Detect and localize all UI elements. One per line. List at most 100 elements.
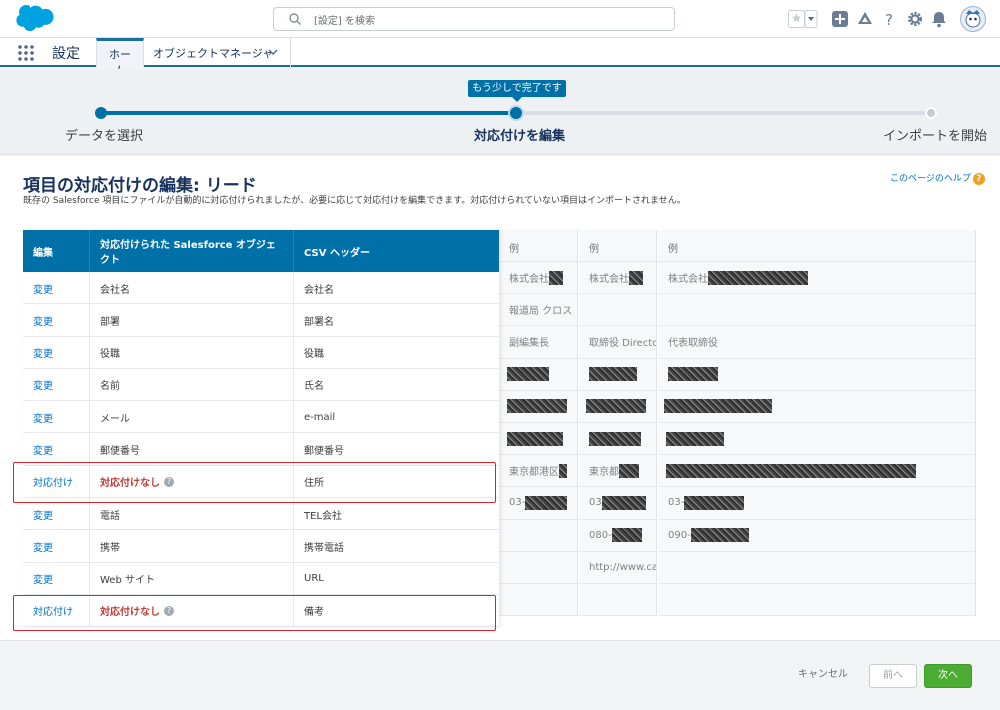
table-row: 変更 携帯 携帯電話 — [23, 530, 499, 563]
csv-header: e-mail — [304, 411, 336, 423]
sample-cell — [658, 359, 975, 391]
search-icon — [289, 13, 301, 25]
chevron-down-icon[interactable] — [268, 47, 278, 57]
sample-cell: 取締役 Directo — [579, 326, 656, 359]
csv-header: 会社名 — [304, 284, 334, 296]
help-link-label: このページのヘルプ — [890, 174, 971, 184]
header-edit: 編集 — [23, 230, 90, 272]
table-row: 変更 部署 部署名 — [23, 304, 499, 337]
sample-cell — [499, 552, 577, 584]
previous-button[interactable]: 前へ — [869, 664, 917, 688]
sample-cell: 東京都港区 — [499, 455, 577, 488]
gear-icon[interactable] — [906, 10, 924, 28]
bell-icon[interactable] — [930, 10, 948, 28]
change-mapping-link[interactable]: 変更 — [33, 442, 53, 457]
change-mapping-link[interactable]: 変更 — [33, 377, 53, 392]
table-row: 変更 名前 氏名 — [23, 368, 499, 402]
step-dot-start-import — [925, 107, 937, 119]
add-icon[interactable] — [831, 10, 849, 28]
table-row: 変更 Web サイト URL — [23, 562, 499, 595]
help-icon[interactable]: ? — [880, 10, 898, 28]
sample-cell: 080- — [579, 520, 656, 552]
sample-cell: 090- — [658, 520, 975, 552]
trailhead-icon[interactable] — [856, 10, 874, 28]
csv-header: 郵便番号 — [304, 445, 344, 457]
tab-home[interactable]: ホーム — [96, 38, 144, 77]
progress-fill — [100, 111, 516, 115]
avatar[interactable] — [960, 6, 986, 32]
sample-column-2: 例 株式会社 取締役 Directo 東京都 03 080- http://ww… — [579, 230, 657, 617]
sample-cell — [579, 584, 656, 617]
import-progress-indicator: もう少しで完了です データを選択 対応付けを編集 インポートを開始 — [0, 69, 1000, 155]
favorites-star-icon[interactable] — [788, 10, 818, 28]
sample-header: 例 — [499, 230, 577, 262]
step-label-start-import: インポートを開始 — [883, 129, 988, 144]
csv-header: 部署名 — [304, 316, 334, 328]
sample-column-1: 例 株式会社 報道局 クロス 副編集長 東京都港区 03- — [499, 230, 578, 617]
sample-cell: 株式会社 — [658, 262, 975, 295]
global-search-input[interactable]: [設定] を検索 — [273, 7, 675, 31]
highlight-box-unmapped-address — [13, 462, 496, 503]
global-header: [設定] を検索 ? — [0, 0, 1000, 38]
sample-cell: 株式会社 — [579, 262, 656, 295]
tab-object-manager[interactable]: オブジェクトマネージャ — [145, 38, 291, 67]
salesforce-field: 名前 — [100, 381, 120, 393]
sample-cell: 報道局 クロス — [499, 294, 577, 327]
sample-cell — [579, 391, 656, 423]
app-launcher-icon[interactable] — [17, 44, 35, 62]
help-badge-icon: ? — [972, 173, 985, 185]
sample-column-3: 例 株式会社 代表取締役 03- 090- — [658, 230, 976, 617]
mapping-table-header: 編集 対応付けられた Salesforce オブジェクト CSV ヘッダー — [23, 230, 499, 272]
change-mapping-link[interactable]: 変更 — [33, 571, 53, 586]
salesforce-cloud-logo[interactable] — [11, 5, 57, 33]
page-description: 既存の Salesforce 項目にファイルが自動的に対応付けられましたが、必要… — [23, 196, 686, 206]
salesforce-field: 電話 — [100, 510, 120, 522]
table-row: 変更 会社名 会社名 — [23, 272, 499, 305]
table-row: 変更 メール e-mail — [23, 401, 499, 434]
sample-header: 例 — [658, 230, 975, 262]
sample-header: 例 — [579, 230, 656, 262]
wizard-footer: キャンセル 前へ 次へ — [0, 640, 1000, 710]
step-label-select-data: データを選択 — [65, 129, 144, 144]
sample-cell: 東京都 — [579, 455, 656, 488]
sample-cell — [579, 294, 656, 327]
sample-cell — [499, 359, 577, 391]
step-dot-edit-mapping — [510, 107, 522, 119]
step-label-edit-mapping: 対応付けを編集 — [474, 129, 566, 144]
table-row: 変更 役職 役職 — [23, 336, 499, 369]
mapping-table: 編集 対応付けられた Salesforce オブジェクト CSV ヘッダー 変更… — [23, 230, 499, 628]
sample-cell — [658, 423, 975, 456]
change-mapping-link[interactable]: 変更 — [33, 345, 53, 360]
salesforce-field: 部署 — [100, 316, 120, 328]
sample-cell — [499, 391, 577, 423]
highlight-box-unmapped-notes — [13, 595, 496, 631]
change-mapping-link[interactable]: 変更 — [33, 313, 53, 328]
sample-cell — [579, 423, 656, 456]
help-link[interactable]: このページのヘルプ? — [890, 171, 985, 185]
change-mapping-link[interactable]: 変更 — [33, 410, 53, 425]
search-placeholder: [設定] を検索 — [314, 16, 375, 27]
app-nav-bar: 設定 ホーム オブジェクトマネージャ — [0, 38, 1000, 77]
salesforce-field: 携帯 — [100, 542, 120, 554]
sample-cell: 代表取締役 — [658, 326, 975, 359]
cancel-button[interactable]: キャンセル — [787, 664, 859, 688]
progress-tooltip: もう少しで完了です — [468, 80, 566, 102]
salesforce-field: 郵便番号 — [100, 445, 140, 457]
csv-header: 携帯電話 — [304, 542, 344, 554]
sample-cell — [499, 423, 577, 456]
sample-cell — [579, 359, 656, 391]
tab-object-manager-label: オブジェクトマネージャ — [153, 47, 274, 60]
sample-cell — [658, 455, 975, 488]
sample-cell: 株式会社 — [499, 262, 577, 295]
sample-cell: 03- — [658, 487, 975, 520]
change-mapping-link[interactable]: 変更 — [33, 281, 53, 296]
salesforce-field: 役職 — [100, 349, 120, 361]
csv-header: 役職 — [304, 349, 324, 361]
change-mapping-link[interactable]: 変更 — [33, 539, 53, 554]
change-mapping-link[interactable]: 変更 — [33, 507, 53, 522]
csv-header: URL — [304, 573, 324, 585]
sample-cell — [658, 391, 975, 423]
svg-text:?: ? — [885, 11, 893, 28]
salesforce-field: 会社名 — [100, 284, 130, 296]
next-button[interactable]: 次へ — [924, 664, 972, 688]
